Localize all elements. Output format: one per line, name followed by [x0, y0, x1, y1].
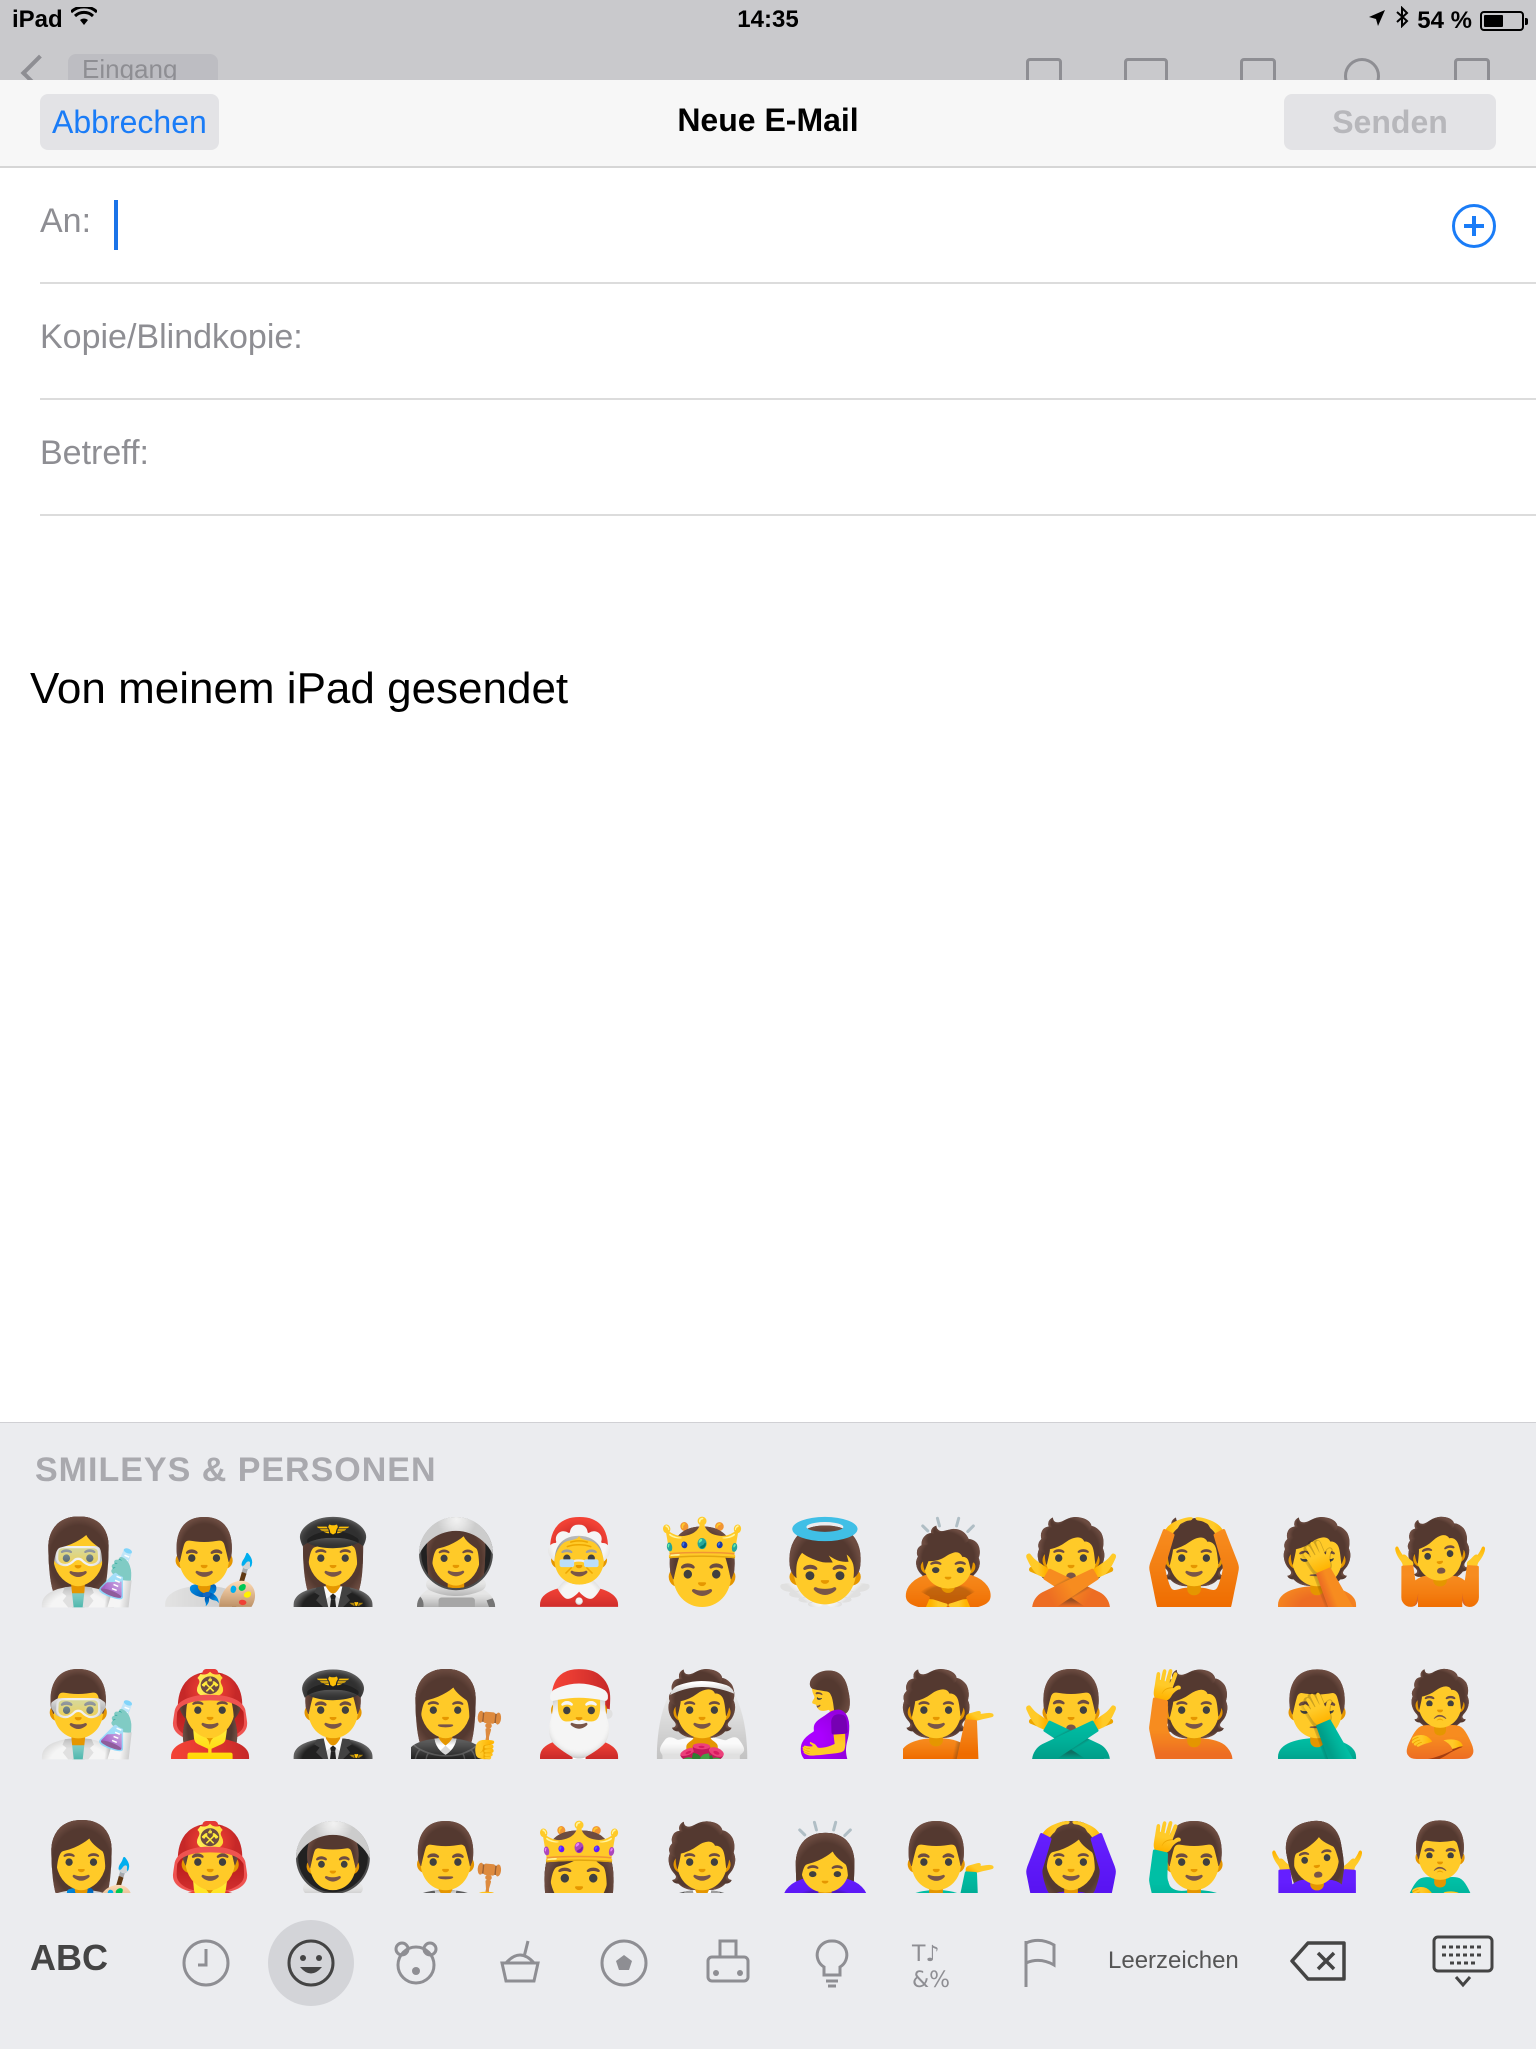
emoji-key[interactable]: 🙆‍♀️ [1020, 1817, 1122, 1893]
emoji-key[interactable]: 🎅 [528, 1665, 630, 1765]
flags-icon[interactable] [1004, 1927, 1076, 1999]
emoji-key[interactable]: 🙇 [897, 1513, 999, 1613]
emoji-key[interactable]: 💁‍♂️ [897, 1817, 999, 1893]
svg-text:&%: &% [912, 1968, 950, 1993]
send-button[interactable]: Senden [1284, 94, 1496, 150]
trash-icon [1240, 58, 1276, 80]
emoji-key[interactable]: 👩‍✈️ [282, 1513, 384, 1613]
status-bar: iPad 14:35 54 % [0, 0, 1536, 40]
emoji-key[interactable]: 🤦‍♂️ [1266, 1665, 1368, 1765]
emoji-key[interactable]: 🤶 [528, 1513, 630, 1613]
back-chevron-icon [20, 54, 58, 80]
emoji-key[interactable]: 🙎 [1389, 1665, 1491, 1765]
emoji-key[interactable]: 🤰 [774, 1665, 876, 1765]
emoji-key[interactable]: 👨‍⚖️ [405, 1817, 507, 1893]
status-time: 14:35 [737, 6, 799, 33]
recent-icon[interactable] [170, 1927, 242, 1999]
emoji-key[interactable]: 🙋‍♂️ [1143, 1817, 1245, 1893]
emoji-keyboard: SMILEYS & PERSONEN 👩‍🔬 👨‍🎨 👩‍✈️ 👩‍🚀 🤶 🤴 👼 🙇 🙅 🙆 🤦 🤷… [0, 1422, 1536, 2049]
emoji-category-title: SMILEYS & PERSONEN [35, 1451, 437, 1489]
food-icon[interactable] [484, 1927, 556, 1999]
battery-icon [1480, 10, 1528, 31]
emoji-key[interactable]: 👩‍🔬 [36, 1513, 138, 1613]
emoji-grid: 👩‍🔬 👨‍🎨 👩‍✈️ 👩‍🚀 🤶 🤴 👼 🙇 🙅 🙆 🤦 🤷 👨‍🔬 👩‍🚒 👨‍✈️ 👩‍⚖️ 🎅 👰 🤰 💁 🙅… [36, 1513, 1536, 1893]
emoji-key[interactable]: 🤴 [651, 1513, 753, 1613]
location-icon [1367, 7, 1387, 35]
emoji-key[interactable]: 👩‍🚒 [159, 1665, 261, 1765]
emoji-key[interactable]: 👨‍✈️ [282, 1665, 384, 1765]
battery-fill [1484, 14, 1503, 27]
to-label: An: [40, 202, 92, 240]
emoji-key[interactable]: 💁 [897, 1665, 999, 1765]
abc-button[interactable]: ABC [30, 1937, 108, 1979]
emoji-key[interactable]: 👰 [651, 1665, 753, 1765]
status-right: 54 % [1367, 5, 1528, 35]
emoji-key[interactable]: 🤵 [651, 1817, 753, 1893]
subject-label: Betreff: [40, 434, 149, 472]
battery-percent: 54 % [1417, 6, 1472, 34]
delete-icon[interactable] [1290, 1939, 1348, 1983]
flag-icon [1026, 58, 1062, 80]
emoji-key[interactable]: 👩‍⚖️ [405, 1665, 507, 1765]
keyboard-bottom-bar: ABC T♪ &% Leerzeichen [0, 1920, 1536, 2011]
folder-icon [1124, 58, 1168, 80]
emoji-key[interactable]: 🙅‍♂️ [1020, 1665, 1122, 1765]
emoji-key[interactable]: 🙋 [1143, 1665, 1245, 1765]
cc-field[interactable]: Kopie/Blindkopie: [40, 284, 1536, 400]
emoji-key[interactable]: 🤷 [1389, 1513, 1491, 1613]
animals-icon[interactable] [380, 1927, 452, 1999]
compose-icon [1454, 58, 1490, 80]
cc-label: Kopie/Blindkopie: [40, 318, 303, 356]
to-field[interactable]: An: [40, 168, 1536, 284]
emoji-key[interactable]: 👨‍🎨 [159, 1513, 261, 1613]
compose-header: Abbrechen Neue E-Mail Senden [0, 80, 1536, 168]
emoji-key[interactable]: 👨‍🔬 [36, 1665, 138, 1765]
symbols-icon[interactable]: T♪ &% [900, 1927, 972, 1999]
text-caret [114, 200, 118, 250]
emoji-key[interactable]: 👩‍🚀 [405, 1513, 507, 1613]
message-body-signature[interactable]: Von meinem iPad gesendet [30, 664, 568, 714]
emoji-key[interactable]: 🙅 [1020, 1513, 1122, 1613]
space-key[interactable]: Leerzeichen [1108, 1947, 1239, 1975]
emoji-key[interactable]: 🤷‍♀️ [1266, 1817, 1368, 1893]
emoji-key[interactable]: 🤦 [1266, 1513, 1368, 1613]
emoji-key[interactable]: 👩‍🎨 [36, 1817, 138, 1893]
emoji-key[interactable]: 👨‍🚒 [159, 1817, 261, 1893]
objects-icon[interactable] [796, 1927, 868, 1999]
emoji-key[interactable]: 🙇‍♀️ [774, 1817, 876, 1893]
background-mail-toolbar: Eingang [0, 40, 1536, 80]
bluetooth-icon [1395, 5, 1409, 35]
activity-icon[interactable] [588, 1927, 660, 1999]
add-contact-icon[interactable] [1452, 204, 1496, 248]
subject-field[interactable]: Betreff: [40, 400, 1536, 516]
emoji-key[interactable]: 👨‍🚀 [282, 1817, 384, 1893]
hide-keyboard-icon[interactable] [1432, 1935, 1494, 1989]
emoji-key[interactable]: 👼 [774, 1513, 876, 1613]
smileys-icon[interactable] [268, 1920, 354, 2006]
emoji-key[interactable]: 🙎‍♂️ [1389, 1817, 1491, 1893]
mailbox-back-button: Eingang [68, 54, 218, 80]
svg-text:T♪: T♪ [911, 1942, 939, 1967]
emoji-key[interactable]: 🙆 [1143, 1513, 1245, 1613]
emoji-key[interactable]: 👸 [528, 1817, 630, 1893]
reply-icon [1344, 58, 1380, 80]
travel-icon[interactable] [692, 1927, 764, 1999]
